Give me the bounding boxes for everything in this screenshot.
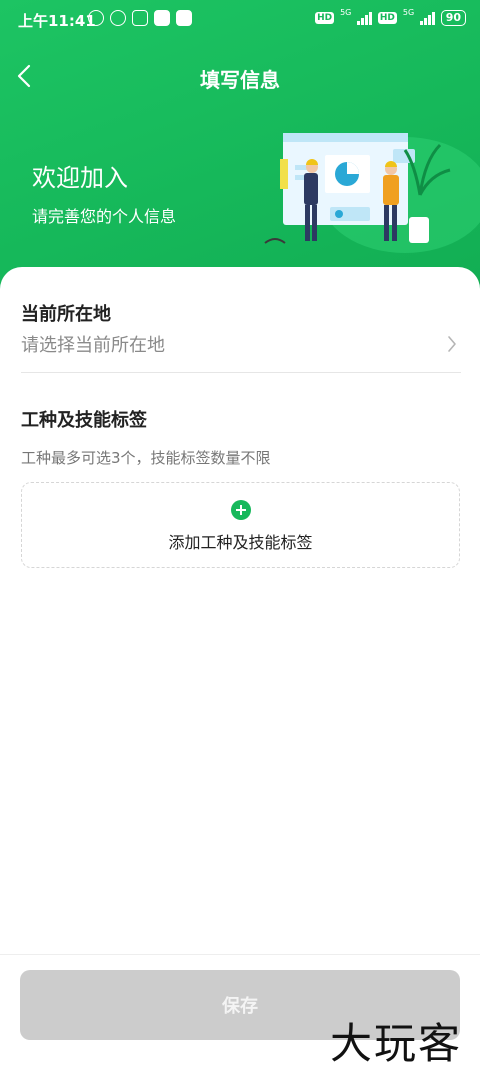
app-notification-icon-2 xyxy=(176,10,192,26)
nfc-icon xyxy=(132,10,148,26)
hd-icon-2: HD xyxy=(377,12,397,24)
network-type-label-2: 5G xyxy=(402,7,415,17)
welcome-title: 欢迎加入 xyxy=(32,164,128,192)
page-title: 填写信息 xyxy=(200,68,280,92)
app-notification-icon xyxy=(154,10,170,26)
skills-label: 工种及技能标签 xyxy=(21,410,147,431)
plus-icon xyxy=(231,500,251,520)
welcome-illustration xyxy=(264,133,480,253)
form-card: 当前所在地 请选择当前所在地 工种及技能标签 工种最多可选3个，技能标签数量不限… xyxy=(0,267,480,1067)
mute-icon xyxy=(88,10,104,26)
status-time: 上午11:41 xyxy=(18,12,96,30)
watermark: 大玩客 xyxy=(330,1019,463,1067)
nav-bar: 填写信息 xyxy=(0,52,480,100)
network-type-label: 5G xyxy=(340,7,352,17)
chevron-right-icon xyxy=(448,336,456,352)
status-right-group: HD 5G HD 5G 90 xyxy=(315,7,466,26)
hd-icon: HD xyxy=(315,12,335,24)
skills-hint: 工种最多可选3个，技能标签数量不限 xyxy=(21,449,271,467)
signal-icon-2 xyxy=(420,11,435,25)
add-skills-button[interactable]: 添加工种及技能标签 xyxy=(21,482,460,568)
signal-icon xyxy=(357,11,372,25)
header-hero: 上午11:41 HD 5G HD 5G 90 填写信息 欢迎加入 请完善您的个人… xyxy=(0,0,480,300)
status-bar: 上午11:41 HD 5G HD 5G 90 xyxy=(0,0,480,40)
location-label: 当前所在地 xyxy=(21,304,111,325)
status-notification-icons xyxy=(88,10,192,26)
battery-indicator: 90 xyxy=(440,10,466,26)
welcome-subtitle: 请完善您的个人信息 xyxy=(32,207,177,226)
location-placeholder: 请选择当前所在地 xyxy=(21,335,165,356)
add-skills-label: 添加工种及技能标签 xyxy=(168,533,313,552)
alarm-icon xyxy=(110,10,126,26)
divider xyxy=(21,372,461,373)
location-selector[interactable]: 请选择当前所在地 xyxy=(21,331,461,371)
footer-divider xyxy=(0,954,480,955)
